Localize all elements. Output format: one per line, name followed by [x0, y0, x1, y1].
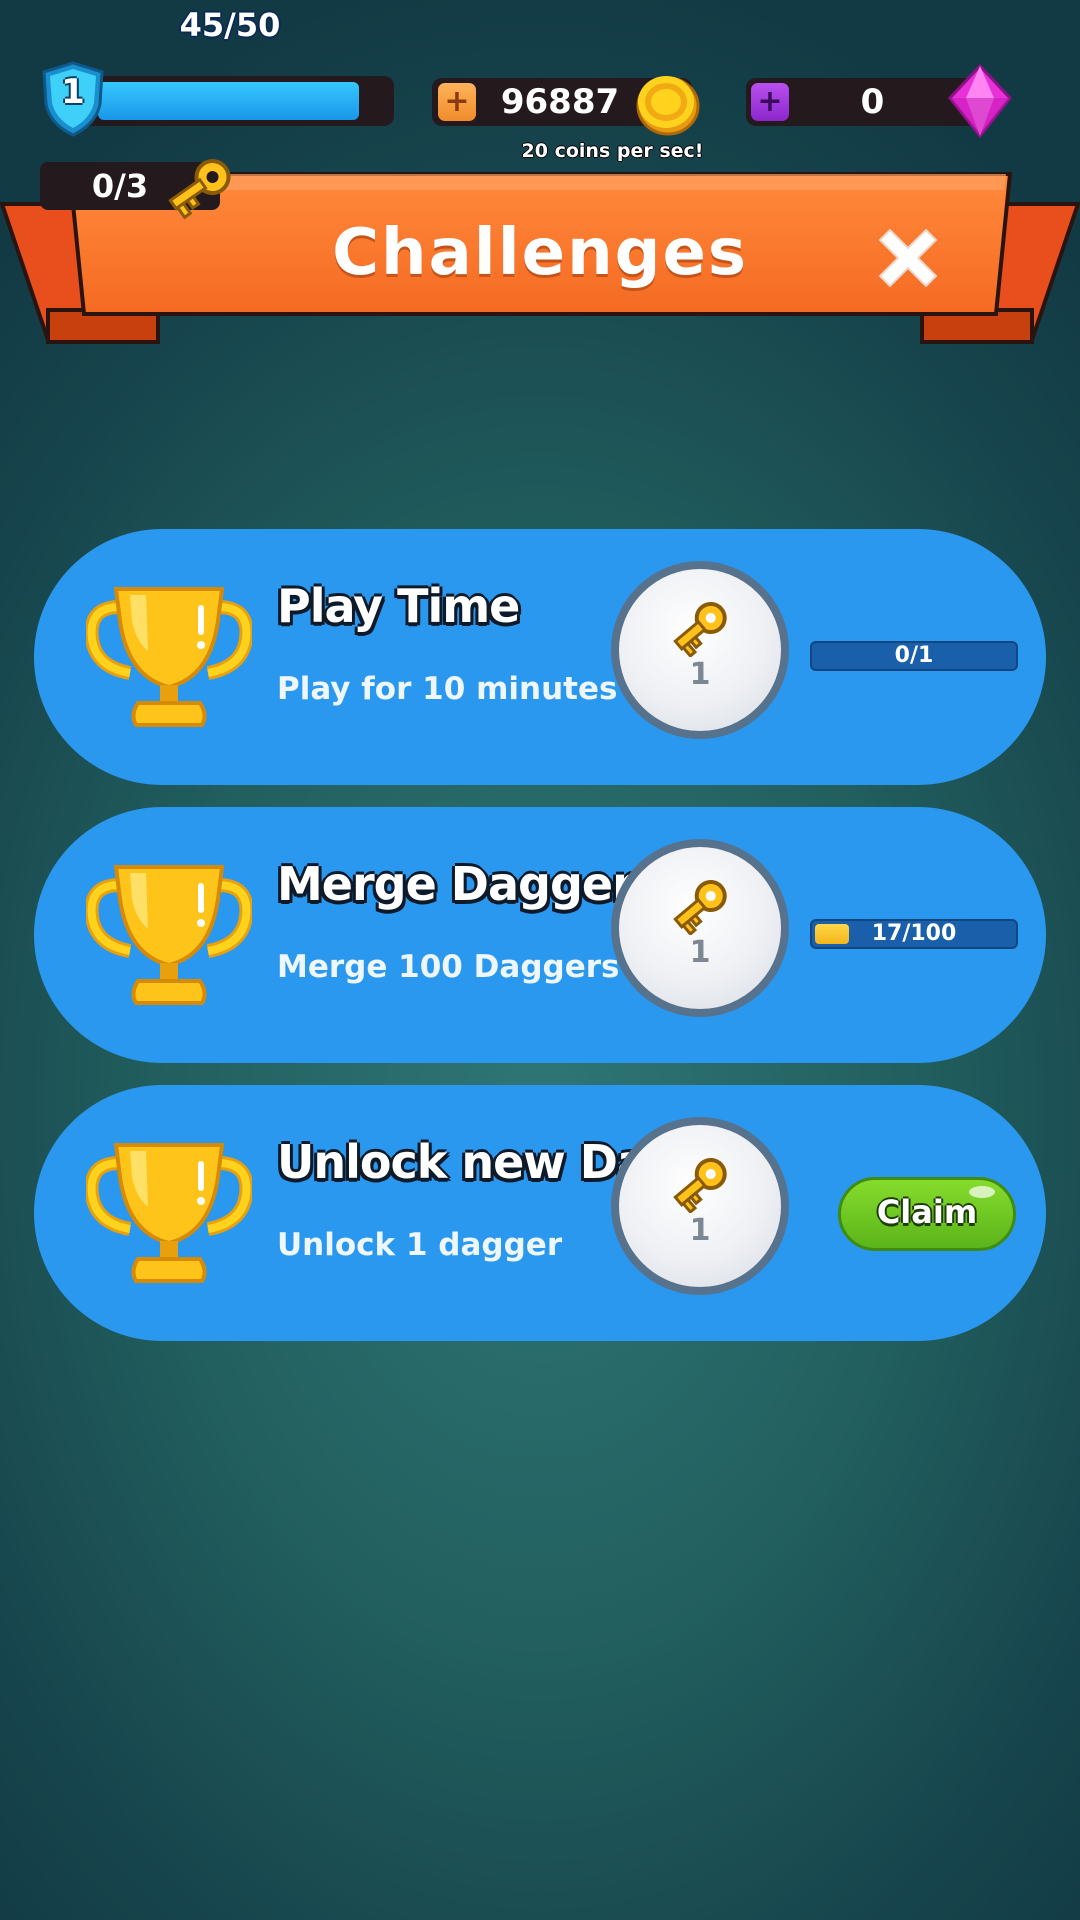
add-coins-button[interactable]: +	[438, 83, 476, 121]
coin-icon	[636, 76, 700, 136]
claim-label: Claim	[876, 1193, 978, 1231]
challenge-title: Play Time	[277, 579, 520, 633]
reward-badge: 1	[611, 839, 789, 1017]
reward-count: 1	[689, 657, 711, 692]
challenge-card: Play Time Play for 10 minutes 1 0/1	[34, 529, 1046, 785]
progress-text: 17/100	[871, 921, 957, 946]
xp-text: 45/50	[179, 6, 281, 44]
reward-badge: 1	[611, 561, 789, 739]
key-icon	[667, 875, 734, 935]
challenge-description: Play for 10 minutes	[277, 671, 618, 707]
button-shine	[969, 1186, 995, 1198]
level-xp-bar	[70, 76, 394, 126]
reward-badge: 1	[611, 1117, 789, 1295]
xp-fill	[98, 82, 359, 120]
coin-rate: 20 coins per sec!	[521, 140, 704, 162]
reward-count: 1	[689, 935, 711, 970]
level-number: 1	[61, 72, 85, 112]
challenge-description: Merge 100 Daggers	[277, 949, 620, 985]
progress-bar: 0/1	[810, 641, 1018, 671]
gem-icon	[948, 63, 1012, 139]
add-gems-button[interactable]: +	[751, 83, 789, 121]
gems-value: 0	[860, 82, 885, 122]
challenge-title: Merge Daggers	[277, 857, 661, 911]
reward-count: 1	[689, 1213, 711, 1248]
trophy-icon	[86, 1137, 252, 1287]
trophy-icon	[86, 859, 252, 1009]
coins-value: 96887	[500, 82, 620, 122]
keys-count: 0/3	[91, 167, 149, 205]
close-icon[interactable]	[870, 220, 946, 296]
page-title: Challenges	[332, 216, 748, 290]
challenge-description: Unlock 1 dagger	[277, 1227, 563, 1263]
trophy-icon	[86, 581, 252, 731]
key-icon	[667, 597, 734, 657]
progress-text: 0/1	[894, 643, 934, 668]
key-icon	[168, 159, 231, 220]
challenge-card: Unlock new Dagger Unlock 1 dagger 1 Clai…	[34, 1085, 1046, 1341]
challenge-card: Merge Daggers Merge 100 Daggers 1 17/100	[34, 807, 1046, 1063]
progress-bar: 17/100	[810, 919, 1018, 949]
key-icon	[667, 1153, 734, 1213]
claim-button[interactable]: Claim	[838, 1177, 1016, 1251]
